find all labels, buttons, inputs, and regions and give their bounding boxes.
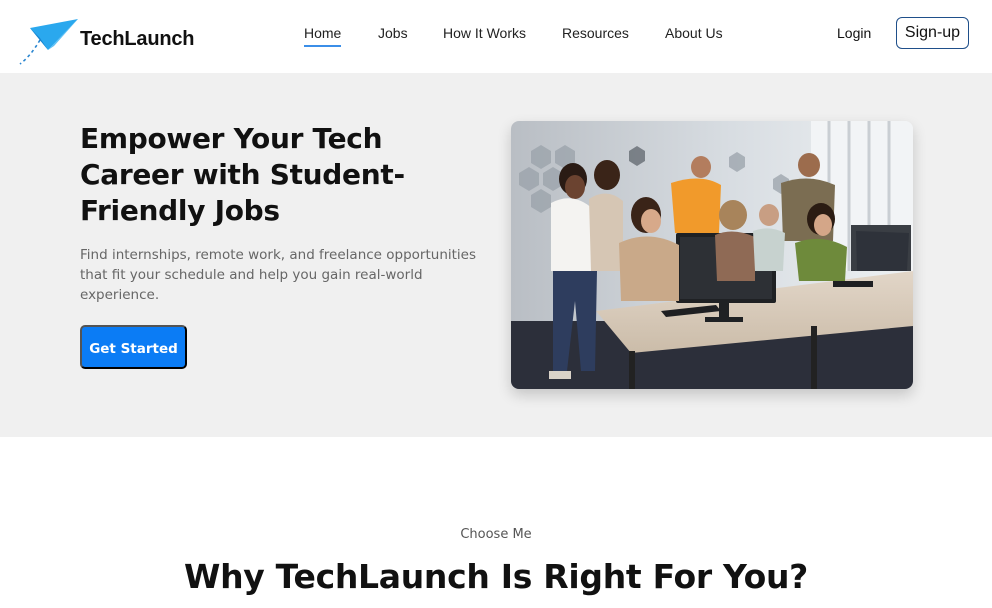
site-header: TechLaunch Home Jobs How It Works Resour… [0, 0, 992, 73]
nav-about-us[interactable]: About Us [665, 25, 723, 41]
nav-home[interactable]: Home [304, 25, 342, 47]
get-started-button[interactable]: Get Started [80, 325, 187, 369]
paper-plane-icon [19, 19, 78, 65]
signup-button[interactable]: Sign-up [896, 17, 969, 49]
nav-jobs[interactable]: Jobs [378, 25, 408, 41]
nav-how-it-works[interactable]: How It Works [443, 25, 526, 41]
brand-name: TechLaunch [80, 28, 195, 50]
hero-section: Empower Your Tech Career with Student-Fr… [0, 73, 992, 437]
section-eyebrow: Choose Me [460, 527, 532, 542]
brand-logo[interactable]: TechLaunch [18, 16, 198, 70]
hero-description: Find internships, remote work, and freel… [80, 247, 477, 303]
hero-image [511, 121, 913, 389]
hero-title: Empower Your Tech Career with Student-Fr… [80, 122, 405, 227]
login-link[interactable]: Login [837, 25, 871, 41]
section-title: Why TechLaunch Is Right For You? [183, 557, 808, 596]
nav-resources[interactable]: Resources [562, 25, 629, 41]
students-working-at-computers-photo [511, 121, 913, 389]
